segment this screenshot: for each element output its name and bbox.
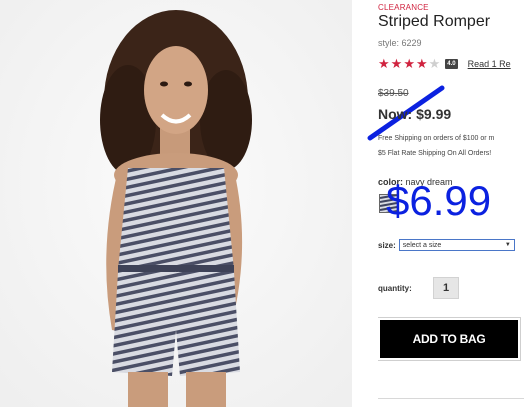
size-selected-value: select a size	[402, 241, 442, 249]
rating: ★★★★★ 4.0 Read 1 Re	[378, 55, 511, 73]
star-icon: ★	[428, 56, 442, 71]
divider	[378, 398, 524, 399]
product-title: Striped Romper	[378, 13, 491, 30]
star-icon: ★	[390, 56, 404, 71]
product-image[interactable]	[0, 0, 352, 407]
flat-rate-shipping-note: $5 Flat Rate Shipping On All Orders!	[378, 150, 492, 157]
clearance-badge: CLEARANCE	[378, 3, 429, 12]
free-shipping-note: Free Shipping on orders of $100 or m	[378, 135, 495, 142]
star-icon: ★	[403, 56, 416, 71]
size-selection: size: select a size ▼	[378, 239, 515, 251]
chevron-down-icon: ▼	[504, 242, 511, 248]
size-label: size:	[378, 240, 396, 250]
style-number: style: 6229	[378, 38, 422, 48]
current-price: Now: $9.99	[378, 106, 452, 122]
rating-value-badge: 4.0	[445, 59, 458, 69]
size-dropdown[interactable]: select a size ▼	[398, 239, 515, 251]
quantity-input[interactable]: 1	[433, 277, 459, 299]
star-icon: ★	[378, 56, 391, 71]
add-to-bag-button[interactable]: ADD TO BAG	[380, 320, 518, 358]
original-price: $39.50	[378, 88, 409, 99]
read-reviews-link[interactable]: Read 1 Re	[468, 59, 511, 69]
overlay-new-price: $6.99	[386, 177, 492, 224]
quantity-label: quantity:	[378, 284, 412, 293]
star-icon: ★	[415, 56, 429, 71]
star-rating-icons: ★★★★★	[378, 55, 441, 73]
